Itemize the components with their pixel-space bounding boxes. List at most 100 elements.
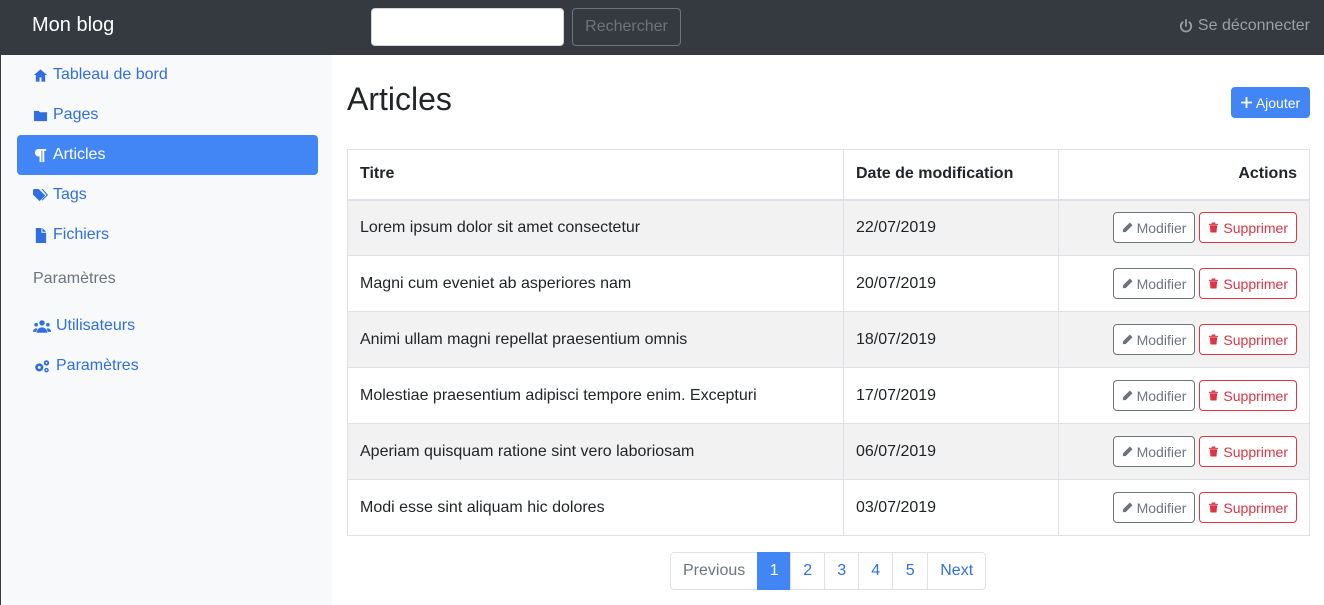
page-title: Articles: [347, 81, 452, 117]
users-icon: [33, 319, 51, 334]
pagination-page-5[interactable]: 5: [892, 552, 929, 590]
tags-icon: [33, 188, 48, 203]
pencil-icon: [1122, 446, 1133, 457]
delete-button-label: Supprimer: [1223, 331, 1288, 348]
cogs-icon: [33, 359, 51, 374]
delete-button-label: Supprimer: [1223, 219, 1288, 236]
article-title-cell: Magni cum eveniet ab asperiores nam: [347, 255, 844, 312]
plus-icon: [1240, 97, 1252, 108]
edit-button-label: Modifier: [1136, 331, 1187, 348]
trash-icon: [1209, 390, 1219, 401]
sidebar-item-label: Tags: [53, 186, 87, 203]
sidebar-item-label: Articles: [53, 146, 106, 163]
sidebar: Tableau de bord Pages Articles Tags Fich…: [0, 55, 332, 605]
edit-button[interactable]: Modifier: [1112, 492, 1196, 523]
article-date-cell: 06/07/2019: [843, 423, 1059, 480]
pencil-icon: [1122, 278, 1133, 289]
sidebar-item-label: Fichiers: [53, 226, 110, 243]
sidebar-item-label: Utilisateurs: [56, 317, 136, 334]
article-actions-cell: Modifier Supprimer: [1058, 199, 1310, 256]
edit-button-label: Modifier: [1136, 499, 1187, 516]
sidebar-section-heading: Paramètres: [33, 270, 116, 287]
search-button[interactable]: Rechercher: [572, 8, 681, 46]
article-actions-cell: Modifier Supprimer: [1058, 479, 1310, 536]
table-header-row: Titre Date de modification Actions: [347, 149, 1310, 201]
trash-icon: [1209, 334, 1219, 345]
article-actions-cell: Modifier Supprimer: [1058, 255, 1310, 312]
home-icon: [33, 68, 48, 83]
article-actions-cell: Modifier Supprimer: [1058, 311, 1310, 368]
trash-icon: [1209, 278, 1219, 289]
delete-button[interactable]: Supprimer: [1199, 268, 1297, 299]
pagination-previous[interactable]: Previous: [670, 552, 759, 590]
sidebar-item-settings[interactable]: Paramètres: [17, 346, 318, 386]
sidebar-item-tags[interactable]: Tags: [17, 175, 318, 215]
edit-button[interactable]: Modifier: [1112, 324, 1196, 355]
pagination-next[interactable]: Next: [927, 552, 987, 590]
pencil-icon: [1122, 222, 1133, 233]
sidebar-item-files[interactable]: Fichiers: [17, 215, 318, 255]
folder-icon: [33, 108, 48, 123]
sidebar-item-articles[interactable]: Articles: [17, 135, 318, 175]
article-date-cell: 03/07/2019: [843, 479, 1059, 536]
edit-button-label: Modifier: [1136, 443, 1187, 460]
edit-button[interactable]: Modifier: [1112, 380, 1196, 411]
pagination-page-3[interactable]: 3: [824, 552, 860, 590]
table-row: Lorem ipsum dolor sit amet consectetur 22…: [347, 199, 1310, 256]
pencil-icon: [1122, 502, 1133, 513]
sidebar-item-pages[interactable]: Pages: [17, 95, 318, 135]
delete-button[interactable]: Supprimer: [1199, 380, 1297, 411]
edit-button[interactable]: Modifier: [1112, 212, 1196, 244]
pagination-page-1[interactable]: 1: [757, 552, 792, 590]
delete-button-label: Supprimer: [1223, 275, 1288, 292]
column-header-title: Titre: [347, 149, 844, 201]
table-row: Aperiam quisquam ratione sint vero labor…: [347, 423, 1310, 480]
table-row: Animi ullam magni repellat praesentium o…: [347, 311, 1310, 368]
edit-button-label: Modifier: [1136, 219, 1187, 236]
trash-icon: [1209, 222, 1219, 233]
sidebar-item-label: Tableau de bord: [53, 66, 168, 83]
top-navbar: Mon blog Rechercher Se déconnecter: [0, 0, 1324, 55]
delete-button[interactable]: Supprimer: [1199, 324, 1297, 355]
delete-button[interactable]: Supprimer: [1199, 212, 1297, 244]
edit-button-label: Modifier: [1136, 275, 1187, 292]
table-row: Modi esse sint aliquam hic dolores 03/07/…: [347, 479, 1310, 536]
article-date-cell: 18/07/2019: [843, 311, 1059, 368]
sidebar-item-label: Paramètres: [56, 357, 139, 374]
add-button-label: Ajouter: [1255, 94, 1301, 111]
articles-table: Titre Date de modification Actions Lorem…: [347, 149, 1310, 536]
article-date-cell: 20/07/2019: [843, 255, 1059, 312]
sidebar-item-dashboard[interactable]: Tableau de bord: [17, 55, 318, 95]
article-title-cell: Modi esse sint aliquam hic dolores: [347, 479, 844, 536]
article-title-cell: Aperiam quisquam ratione sint vero labor…: [347, 423, 844, 480]
article-date-cell: 22/07/2019: [843, 199, 1059, 256]
delete-button-label: Supprimer: [1223, 443, 1288, 460]
paragraph-icon: [33, 148, 48, 163]
pagination: Previous 1 2 3 4 5 Next: [670, 552, 987, 590]
brand-title[interactable]: Mon blog: [32, 14, 114, 37]
logout-link[interactable]: Se déconnecter: [1179, 17, 1310, 35]
search-input[interactable]: [371, 8, 564, 46]
table-row: Molestiae praesentium adipisci tempore e…: [347, 367, 1310, 424]
sidebar-item-label: Pages: [53, 106, 99, 123]
file-icon: [33, 227, 48, 243]
table-row: Magni cum eveniet ab asperiores nam 20/07…: [347, 255, 1310, 312]
edit-button[interactable]: Modifier: [1112, 268, 1196, 299]
pagination-page-4[interactable]: 4: [858, 552, 894, 590]
pencil-icon: [1122, 390, 1133, 401]
delete-button-label: Supprimer: [1223, 387, 1288, 404]
sidebar-item-users[interactable]: Utilisateurs: [17, 306, 318, 346]
article-title-cell: Lorem ipsum dolor sit amet consectetur: [347, 199, 844, 256]
pencil-icon: [1122, 334, 1133, 345]
edit-button-label: Modifier: [1136, 387, 1187, 404]
edit-button[interactable]: Modifier: [1112, 436, 1196, 467]
trash-icon: [1209, 502, 1219, 513]
delete-button[interactable]: Supprimer: [1199, 436, 1297, 467]
delete-button[interactable]: Supprimer: [1199, 492, 1297, 523]
column-header-actions: Actions: [1058, 149, 1310, 201]
delete-button-label: Supprimer: [1223, 499, 1288, 516]
add-article-button[interactable]: Ajouter: [1231, 87, 1310, 118]
trash-icon: [1209, 446, 1219, 457]
column-header-date: Date de modification: [843, 149, 1059, 201]
pagination-page-2[interactable]: 2: [790, 552, 826, 590]
